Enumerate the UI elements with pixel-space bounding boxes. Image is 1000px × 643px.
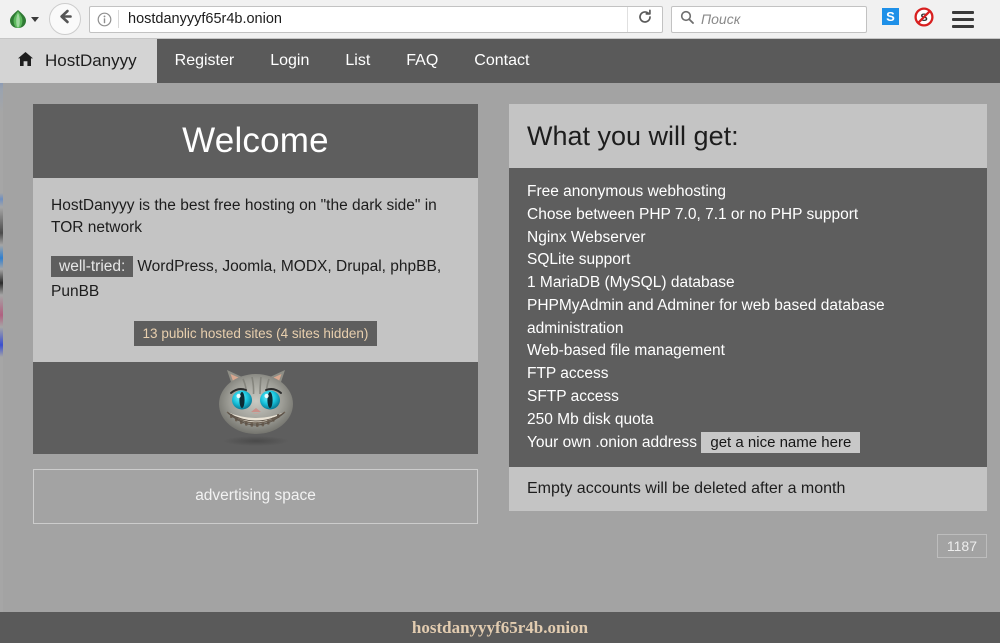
page-title: Welcome — [182, 121, 329, 161]
browser-window: hostdanyyyf65r4b.onion Поиск — [0, 0, 1000, 643]
feature-item: Nginx Webserver — [527, 227, 969, 250]
hosted-sites-badge[interactable]: 13 public hosted sites (4 sites hidden) — [134, 321, 378, 346]
reload-button[interactable] — [627, 7, 662, 32]
site-footer: hostdanyyyf65r4b.onion — [0, 612, 1000, 643]
feature-item: Free anonymous webhosting — [527, 181, 969, 204]
svg-text:S: S — [886, 9, 895, 24]
nav-item-login[interactable]: Login — [252, 39, 327, 83]
welcome-intro-text: HostDanyyy is the best free hosting on "… — [51, 195, 460, 239]
extension-icons: S S — [881, 7, 934, 32]
offer-header: What you will get: — [509, 104, 987, 168]
offer-title: What you will get: — [527, 121, 739, 152]
offer-panel: What you will get: Free anonymous webhos… — [509, 104, 987, 511]
nav-item-contact[interactable]: Contact — [456, 39, 547, 83]
back-button[interactable] — [49, 3, 81, 35]
feature-item: PHPMyAdmin and Adminer for web based dat… — [527, 295, 969, 341]
page-content: Welcome HostDanyyy is the best free host… — [0, 83, 1000, 612]
url-input[interactable]: hostdanyyyf65r4b.onion — [119, 12, 627, 27]
site-navbar: HostDanyyy Register Login List FAQ Conta… — [0, 39, 1000, 83]
feature-item: 250 Mb disk quota — [527, 409, 969, 432]
footer-onion-address: hostdanyyyf65r4b.onion — [412, 618, 588, 638]
browser-toolbar: hostdanyyyf65r4b.onion Поиск — [0, 0, 1000, 39]
hamburger-menu-icon[interactable] — [952, 11, 974, 28]
scriptsafe-icon[interactable]: S — [881, 7, 900, 31]
welcome-panel: Welcome HostDanyyy is the best free host… — [33, 104, 478, 524]
tor-onion-menu-button[interactable] — [6, 9, 43, 29]
well-tried-tag: well-tried: — [51, 256, 133, 277]
cheshire-cat-container — [33, 362, 478, 454]
nav-brand-hostdanyyy[interactable]: HostDanyyy — [0, 39, 157, 83]
feature-item: SFTP access — [527, 386, 969, 409]
nav-brand-label: HostDanyyy — [45, 51, 137, 71]
hosted-badge-row: 13 public hosted sites (4 sites hidden) — [51, 321, 460, 346]
advertising-space[interactable]: advertising space — [33, 469, 478, 524]
search-icon — [680, 10, 694, 29]
welcome-body: HostDanyyy is the best free hosting on "… — [33, 178, 478, 362]
home-icon — [17, 51, 34, 72]
onion-address-label: Your own .onion address — [527, 434, 697, 451]
url-bar[interactable]: hostdanyyyf65r4b.onion — [89, 6, 663, 33]
reload-icon — [637, 9, 653, 30]
back-arrow-icon — [57, 8, 74, 30]
search-input[interactable]: Поиск — [701, 11, 740, 27]
cheshire-cat-image — [197, 362, 315, 453]
onion-address-feature: Your own .onion address get a nice name … — [527, 432, 969, 455]
sidebar-edge-sliver[interactable] — [0, 83, 3, 612]
tor-onion-icon — [8, 9, 28, 29]
offer-footer-note: Empty accounts will be deleted after a m… — [509, 467, 987, 511]
chevron-down-icon — [31, 17, 39, 22]
nav-item-list[interactable]: List — [327, 39, 388, 83]
feature-item: 1 MariaDB (MySQL) database — [527, 272, 969, 295]
nav-item-faq[interactable]: FAQ — [388, 39, 456, 83]
feature-item: SQLite support — [527, 249, 969, 272]
welcome-header: Welcome — [33, 104, 478, 178]
feature-item: FTP access — [527, 363, 969, 386]
well-tried-line: well-tried:WordPress, Joomla, MODX, Drup… — [51, 255, 460, 305]
noscript-icon[interactable]: S — [914, 7, 934, 32]
feature-item: Chose between PHP 7.0, 7.1 or no PHP sup… — [527, 204, 969, 227]
advertising-space-label: advertising space — [195, 487, 316, 505]
site-info-icon[interactable] — [90, 12, 118, 27]
offer-feature-list: Free anonymous webhosting Chose between … — [509, 168, 987, 467]
visit-counter-badge: 1187 — [937, 534, 987, 558]
get-nice-name-button[interactable]: get a nice name here — [701, 432, 860, 453]
search-bar[interactable]: Поиск — [671, 6, 867, 33]
feature-item: Web-based file management — [527, 340, 969, 363]
nav-item-register[interactable]: Register — [157, 39, 253, 83]
